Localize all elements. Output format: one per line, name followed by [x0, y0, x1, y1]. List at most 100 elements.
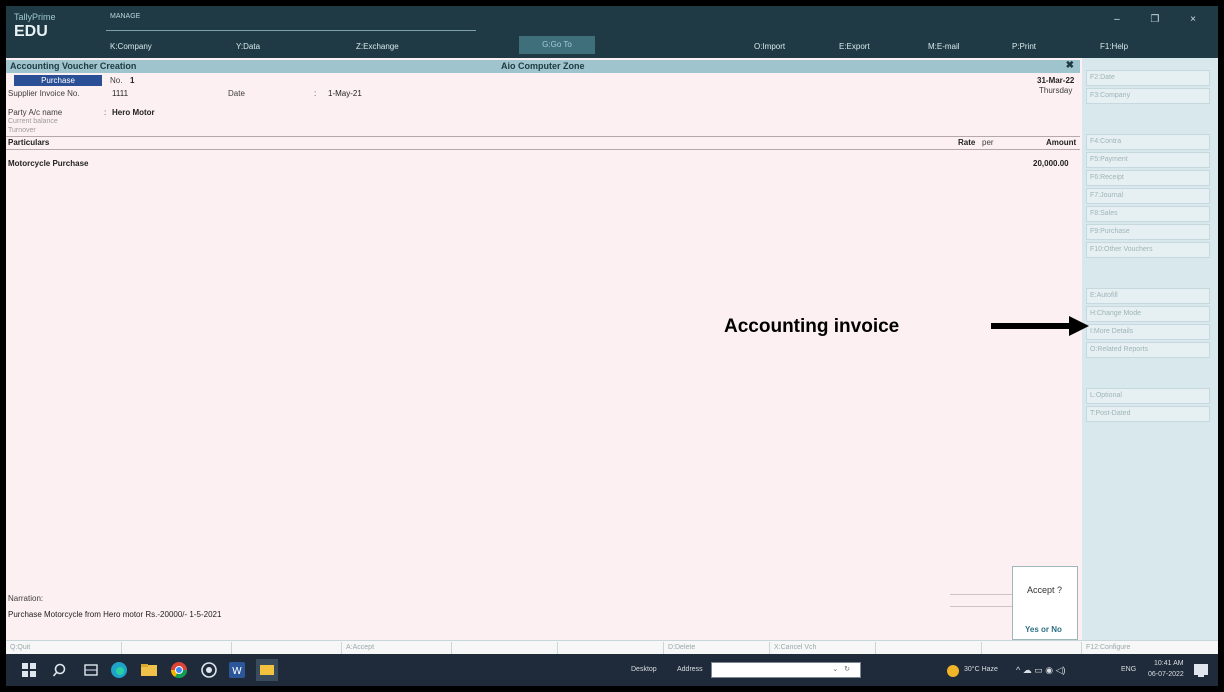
weather-icon[interactable]	[944, 661, 962, 679]
current-balance-label: Current balance	[8, 118, 58, 125]
windows-taskbar: W Desktop Address ⌄ ↻ 30°C Haze ^ ☁ ▭ ◉ …	[6, 654, 1218, 686]
bottom-button-bar: Q:Quit A:Accept D:Delete X:Cancel Vch F1…	[6, 640, 1218, 654]
date-label: Date	[228, 89, 245, 98]
address-dropdown-icon[interactable]: ⌄ ↻	[832, 666, 850, 673]
rp-more-details[interactable]: I:More Details	[1086, 324, 1210, 340]
ledger-row-name[interactable]: Motorcycle Purchase	[8, 159, 88, 168]
party-label: Party A/c name	[8, 108, 63, 117]
particulars-header: Particulars	[8, 138, 50, 147]
voucher-no-label: No.	[110, 76, 123, 85]
app-circle-icon[interactable]	[200, 661, 218, 679]
rp-payment[interactable]: F5:Payment	[1086, 152, 1210, 168]
accept-options: Yes or No	[1025, 625, 1062, 634]
brand-logo: EDU	[14, 23, 48, 40]
delete-button[interactable]: D:Delete	[664, 642, 770, 654]
chrome-icon[interactable]	[170, 661, 188, 679]
total-line-lower	[950, 606, 1012, 607]
rp-receipt[interactable]: F6:Receipt	[1086, 170, 1210, 186]
rp-related-reports[interactable]: O:Related Reports	[1086, 342, 1210, 358]
turnover-label: Turnover	[8, 127, 36, 134]
date-separator: :	[314, 89, 317, 98]
clock-date[interactable]: 06-07-2022	[1148, 671, 1184, 678]
cancel-voucher-button[interactable]: X:Cancel Vch	[770, 642, 876, 654]
rp-change-mode[interactable]: H:Change Mode	[1086, 306, 1210, 322]
right-button-panel: F2:Date F3:Company F4:Contra F5:Payment …	[1082, 58, 1218, 640]
annotation-label: Accounting invoice	[724, 316, 900, 337]
word-icon[interactable]: W	[228, 661, 246, 679]
blank-button-3[interactable]	[452, 642, 558, 654]
rp-other-vouchers[interactable]: F10:Other Vouchers	[1086, 242, 1210, 258]
file-explorer-icon[interactable]	[140, 661, 158, 679]
menu-import[interactable]: O:Import	[754, 42, 785, 51]
voucher-day: Thursday	[1039, 86, 1073, 95]
party-name-field[interactable]: Hero Motor	[112, 108, 155, 117]
accept-yes-option[interactable]: Yes	[1025, 625, 1039, 634]
rp-date[interactable]: F2:Date	[1086, 70, 1210, 86]
annotation-arrow-icon	[991, 316, 1089, 336]
blank-button-5[interactable]	[876, 642, 982, 654]
blank-button-6[interactable]	[982, 642, 1082, 654]
svg-text:W: W	[232, 666, 242, 677]
supplier-invoice-field[interactable]: 1111	[112, 89, 128, 98]
blank-button-1[interactable]	[122, 642, 232, 654]
accept-button[interactable]: A:Accept	[342, 642, 452, 654]
company-name: Aio Computer Zone	[501, 61, 585, 71]
amount-header: Amount	[1046, 138, 1077, 147]
windows-start-icon[interactable]	[20, 661, 38, 679]
rp-post-dated[interactable]: T:Post-Dated	[1086, 406, 1210, 422]
window-controls[interactable]: – ❐ ×	[1114, 14, 1210, 25]
voucher-type-badge[interactable]: Purchase	[14, 75, 102, 86]
invoice-date-field[interactable]: 1-May-21	[328, 89, 362, 98]
header-rule-bottom	[6, 149, 1080, 150]
screen-title: Accounting Voucher Creation	[10, 61, 137, 71]
configure-button[interactable]: F12:Configure	[1082, 642, 1218, 654]
rp-contra[interactable]: F4:Contra	[1086, 134, 1210, 150]
weather-text[interactable]: 30°C Haze	[964, 666, 998, 673]
header-rule-top	[6, 136, 1080, 137]
edge-browser-icon[interactable]	[110, 661, 128, 679]
supplier-invoice-label: Supplier Invoice No.	[8, 89, 80, 98]
narration-field[interactable]: Purchase Motorcycle from Hero motor Rs.-…	[8, 610, 221, 619]
address-toolbar-label: Address	[677, 666, 703, 673]
rp-journal[interactable]: F7:Journal	[1086, 188, 1210, 204]
menu-export[interactable]: E:Export	[839, 42, 870, 51]
blank-button-4[interactable]	[558, 642, 664, 654]
menu-company[interactable]: K:Company	[110, 42, 152, 51]
top-bar: TallyPrime EDU MANAGE K:Company Y:Data Z…	[6, 6, 1218, 58]
rp-purchase[interactable]: F9:Purchase	[1086, 224, 1210, 240]
voucher-date[interactable]: 31-Mar-22	[1037, 76, 1074, 85]
goto-button[interactable]: G:Go To	[519, 36, 595, 54]
clock-time[interactable]: 10:41 AM	[1154, 660, 1184, 667]
company-tag: MANAGE	[110, 13, 141, 20]
menu-exchange[interactable]: Z:Exchange	[356, 42, 399, 51]
voucher-no-value: 1	[130, 76, 135, 85]
close-icon[interactable]: ✖	[1066, 60, 1074, 71]
rp-autofill[interactable]: E:Autofill	[1086, 288, 1210, 304]
menu-email[interactable]: M:E-mail	[928, 42, 960, 51]
voucher-title-strip: Accounting Voucher Creation Aio Computer…	[6, 60, 1080, 73]
accept-or-text: or	[1041, 625, 1050, 634]
rp-optional[interactable]: L:Optional	[1086, 388, 1210, 404]
menu-help[interactable]: F1:Help	[1100, 42, 1128, 51]
desktop-toolbar-label[interactable]: Desktop	[631, 666, 657, 673]
rp-sales[interactable]: F8:Sales	[1086, 206, 1210, 222]
tray-icons[interactable]: ^ ☁ ▭ ◉ ◁)	[1016, 665, 1066, 676]
menu-print[interactable]: P:Print	[1012, 42, 1036, 51]
blank-button-2[interactable]	[232, 642, 342, 654]
ledger-row-amount[interactable]: 20,000.00	[1033, 159, 1069, 168]
company-underline	[106, 30, 476, 31]
accept-no-option[interactable]: No	[1051, 625, 1062, 634]
language-indicator[interactable]: ENG	[1121, 666, 1136, 673]
task-view-icon[interactable]	[82, 661, 100, 679]
tally-window: TallyPrime EDU MANAGE K:Company Y:Data Z…	[6, 6, 1218, 686]
menu-data[interactable]: Y:Data	[236, 42, 260, 51]
rp-company[interactable]: F3:Company	[1086, 88, 1210, 104]
total-line-upper	[950, 594, 1012, 595]
tally-app-icon[interactable]	[256, 659, 278, 681]
brand-small: TallyPrime	[14, 12, 56, 22]
notification-icon[interactable]	[1192, 661, 1210, 679]
address-input[interactable]: ⌄ ↻	[711, 662, 861, 678]
quit-button[interactable]: Q:Quit	[6, 642, 122, 654]
per-header: per	[982, 138, 994, 147]
search-icon[interactable]	[52, 661, 70, 679]
